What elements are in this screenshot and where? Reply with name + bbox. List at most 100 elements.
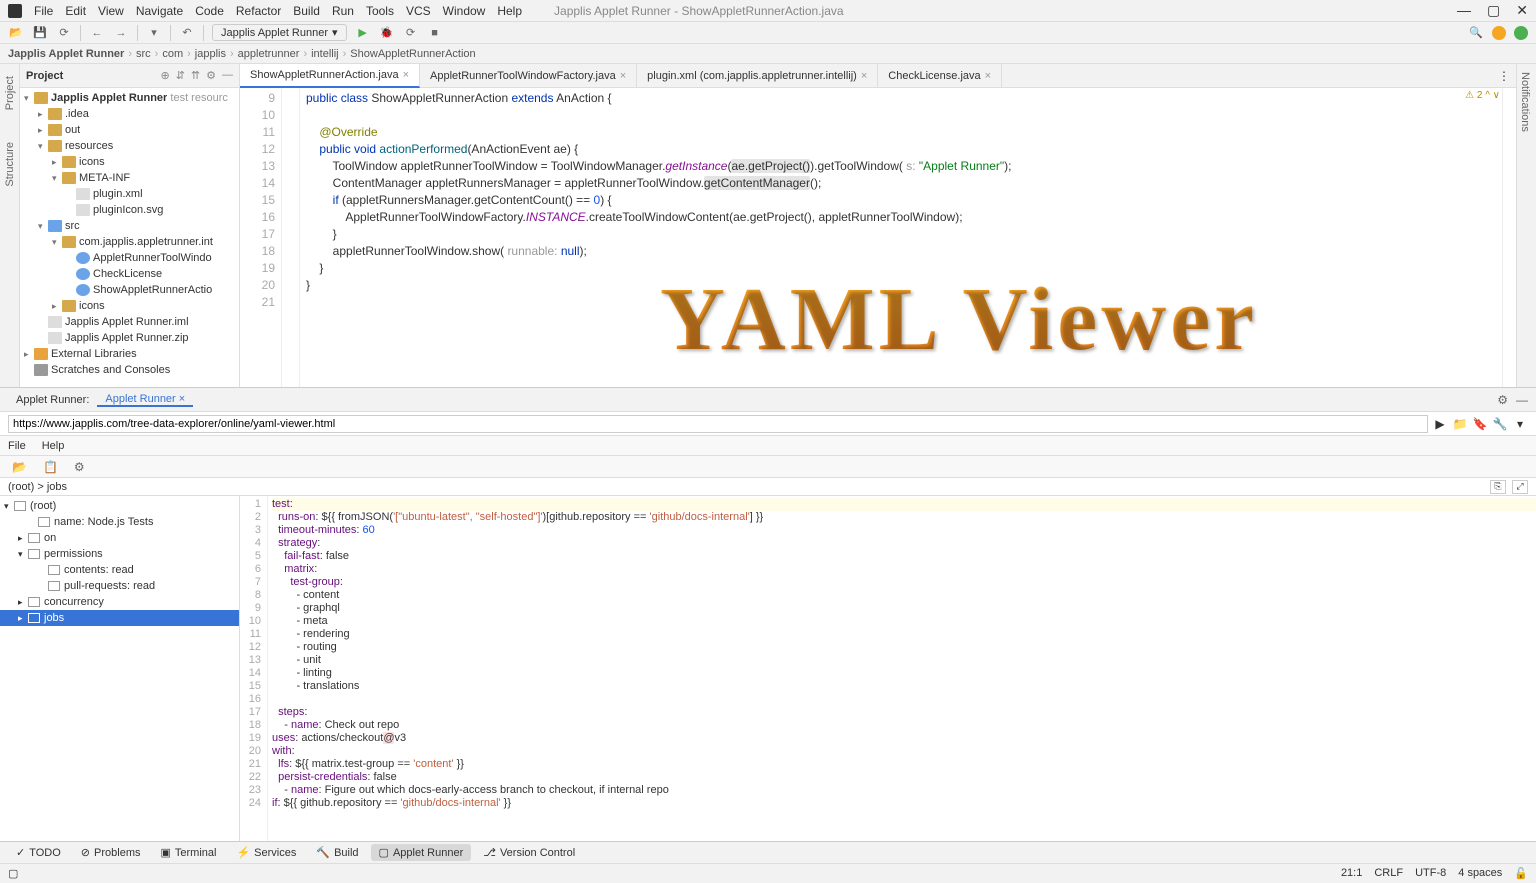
run-config-selector[interactable]: Japplis Applet Runner ▾ bbox=[212, 24, 347, 41]
close-icon[interactable]: ✕ bbox=[1516, 2, 1528, 19]
breadcrumb-item[interactable]: intellij bbox=[311, 48, 339, 60]
menu-navigate[interactable]: Navigate bbox=[136, 4, 183, 18]
status-bar: ▢ 21:1 CRLF UTF-8 4 spaces 🔓 bbox=[0, 863, 1536, 883]
close-icon[interactable]: × bbox=[179, 393, 185, 405]
locate-icon[interactable]: ⊕ bbox=[160, 69, 169, 82]
tab-showapplet[interactable]: ShowAppletRunnerAction.java× bbox=[240, 64, 420, 88]
expand-icon[interactable]: ⤢ bbox=[1512, 480, 1528, 494]
menu-window[interactable]: Window bbox=[443, 4, 486, 18]
build-icon[interactable]: ▾ bbox=[146, 25, 162, 41]
menu-edit[interactable]: Edit bbox=[65, 4, 86, 18]
error-stripe[interactable] bbox=[1502, 88, 1516, 387]
menu-view[interactable]: View bbox=[98, 4, 124, 18]
menu-tools[interactable]: Tools bbox=[366, 4, 394, 18]
open-folder-icon[interactable]: 📂 bbox=[12, 460, 27, 474]
search-icon[interactable]: 🔍 bbox=[1468, 25, 1484, 41]
chevron-down-icon[interactable]: ▾ bbox=[1512, 417, 1528, 431]
line-separator[interactable]: CRLF bbox=[1374, 867, 1403, 880]
indent[interactable]: 4 spaces bbox=[1458, 867, 1502, 880]
breadcrumb-item[interactable]: japplis bbox=[195, 48, 226, 60]
folder-icon[interactable]: 📁 bbox=[1452, 417, 1468, 431]
coverage-icon[interactable]: ⟳ bbox=[403, 25, 419, 41]
tab-todo[interactable]: ✓ TODO bbox=[8, 844, 69, 861]
lock-icon[interactable]: 🔓 bbox=[1514, 867, 1528, 880]
run-icon[interactable]: ▶ bbox=[355, 25, 371, 41]
cursor-position[interactable]: 21:1 bbox=[1341, 867, 1362, 880]
breadcrumb-item[interactable]: src bbox=[136, 48, 151, 60]
code-content[interactable]: public class ShowAppletRunnerAction exte… bbox=[300, 88, 1502, 387]
chevron-down-icon: ▾ bbox=[332, 26, 338, 39]
window-title: Japplis Applet Runner - ShowAppletRunner… bbox=[554, 4, 844, 18]
play-icon[interactable]: ▶ bbox=[1432, 417, 1448, 431]
clipboard-icon[interactable]: 📋 bbox=[43, 460, 58, 474]
undo-icon[interactable]: ↶ bbox=[179, 25, 195, 41]
refresh-icon[interactable]: ⟳ bbox=[56, 25, 72, 41]
menu-code[interactable]: Code bbox=[195, 4, 224, 18]
hide-icon[interactable]: — bbox=[1516, 393, 1528, 407]
gear-icon[interactable]: ⚙ bbox=[206, 69, 216, 82]
notification-badge[interactable] bbox=[1492, 26, 1506, 40]
editor-tabs: ShowAppletRunnerAction.java× AppletRunne… bbox=[240, 64, 1516, 88]
breadcrumb-item[interactable]: com bbox=[162, 48, 183, 60]
collapse-icon[interactable]: ⇈ bbox=[191, 69, 200, 82]
menu-file[interactable]: File bbox=[34, 4, 53, 18]
menu-refactor[interactable]: Refactor bbox=[236, 4, 281, 18]
tab-checklicense[interactable]: CheckLicense.java× bbox=[878, 64, 1002, 88]
close-icon[interactable]: × bbox=[985, 70, 991, 82]
url-input[interactable] bbox=[8, 415, 1428, 433]
menu-vcs[interactable]: VCS bbox=[406, 4, 431, 18]
tab-factory[interactable]: AppletRunnerToolWindowFactory.java× bbox=[420, 64, 637, 88]
copy-icon[interactable]: ⎘ bbox=[1490, 480, 1506, 494]
applet-runner-panel: Applet Runner: Applet Runner × ⚙ — ▶ 📁 🔖… bbox=[0, 387, 1536, 841]
yaml-editor[interactable]: 123456789101112131415161718192021222324 … bbox=[240, 496, 1536, 841]
back-icon[interactable]: ← bbox=[89, 25, 105, 41]
status-badge[interactable] bbox=[1514, 26, 1528, 40]
forward-icon[interactable]: → bbox=[113, 25, 129, 41]
tab-services[interactable]: ⚡ Services bbox=[228, 844, 304, 861]
applet-breadcrumb: (root) > jobs ⎘ ⤢ bbox=[0, 478, 1536, 496]
maximize-icon[interactable]: ▢ bbox=[1487, 2, 1500, 19]
breadcrumb-item[interactable]: Japplis Applet Runner bbox=[8, 48, 124, 60]
bookmark-icon[interactable]: 🔖 bbox=[1472, 417, 1488, 431]
open-icon[interactable]: 📂 bbox=[8, 25, 24, 41]
close-icon[interactable]: × bbox=[861, 70, 867, 82]
tab-plugin[interactable]: plugin.xml (com.japplis.appletrunner.int… bbox=[637, 64, 878, 88]
wrench-icon[interactable]: 🔧 bbox=[1492, 417, 1508, 431]
applet-url-bar: ▶ 📁 🔖 🔧 ▾ bbox=[0, 412, 1536, 436]
applet-menu-file[interactable]: File bbox=[8, 440, 26, 452]
settings-icon[interactable]: ⚙ bbox=[74, 460, 85, 474]
save-icon[interactable]: 💾 bbox=[32, 25, 48, 41]
tab-problems[interactable]: ⊘ Problems bbox=[73, 844, 149, 861]
project-panel: Project ⊕ ⇵ ⇈ ⚙ — ▾Japplis Applet Runner… bbox=[20, 64, 240, 387]
code-editor[interactable]: 9101112131415161718192021 public class S… bbox=[240, 88, 1516, 387]
encoding[interactable]: UTF-8 bbox=[1415, 867, 1446, 880]
status-icon[interactable]: ▢ bbox=[8, 867, 18, 880]
yaml-content[interactable]: test: runs-on: ${{ fromJSON('["ubuntu-la… bbox=[268, 496, 1536, 841]
tab-version-control[interactable]: ⎇ Version Control bbox=[475, 844, 583, 861]
hide-icon[interactable]: — bbox=[222, 69, 233, 82]
rail-project[interactable]: Project bbox=[4, 72, 16, 114]
menu-build[interactable]: Build bbox=[293, 4, 320, 18]
gear-icon[interactable]: ⚙ bbox=[1497, 393, 1508, 407]
close-icon[interactable]: × bbox=[620, 70, 626, 82]
tab-terminal[interactable]: ▣ Terminal bbox=[152, 844, 224, 861]
breadcrumb-item[interactable]: appletrunner bbox=[238, 48, 300, 60]
applet-tab[interactable]: Applet Runner × bbox=[97, 393, 193, 407]
close-icon[interactable]: × bbox=[403, 69, 409, 81]
menu-help[interactable]: Help bbox=[497, 4, 522, 18]
breadcrumb-item[interactable]: ShowAppletRunnerAction bbox=[350, 48, 475, 60]
debug-icon[interactable]: 🐞 bbox=[379, 25, 395, 41]
minimize-icon[interactable]: — bbox=[1457, 2, 1471, 19]
tab-build[interactable]: 🔨 Build bbox=[308, 844, 366, 861]
more-icon[interactable]: ⋮ bbox=[1498, 69, 1510, 83]
yaml-tree[interactable]: ▾(root) name: Node.js Tests ▸on ▾permiss… bbox=[0, 496, 240, 841]
stop-icon[interactable]: ■ bbox=[427, 25, 443, 41]
project-tree[interactable]: ▾Japplis Applet Runner test resourc ▸.id… bbox=[20, 88, 239, 387]
tab-applet-runner[interactable]: ▢ Applet Runner bbox=[371, 844, 472, 861]
rail-notifications[interactable]: Notifications bbox=[1517, 64, 1533, 140]
rail-structure[interactable]: Structure bbox=[4, 138, 16, 191]
applet-menu-help[interactable]: Help bbox=[42, 440, 65, 452]
inspection-badge[interactable]: ⚠ 2 ^ ∨ bbox=[1465, 90, 1500, 101]
expand-icon[interactable]: ⇵ bbox=[176, 69, 185, 82]
menu-run[interactable]: Run bbox=[332, 4, 354, 18]
